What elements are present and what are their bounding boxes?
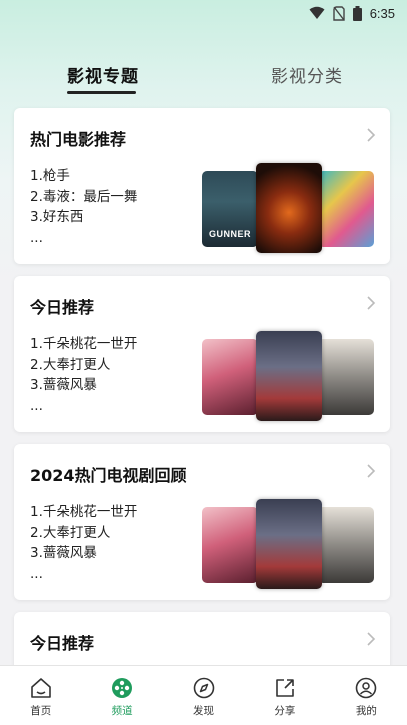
wifi-icon	[309, 6, 325, 19]
poster-image	[256, 163, 322, 253]
list-item: 3.蔷薇风暴	[30, 545, 97, 561]
list-item: 2.毒液：最后一舞	[30, 188, 138, 205]
home-icon	[30, 678, 51, 698]
card-title: 今日推荐	[30, 298, 95, 317]
topic-card-2024-tv-review[interactable]: 2024热门电视剧回顾 1.千朵桃花一世开 2.大奉打更人 3.蔷薇风暴 ...	[14, 444, 390, 600]
topic-card-hot-movies[interactable]: 热门电影推荐 1.枪手 2.毒液：最后一舞 3.好东西 ... GUNNER	[14, 108, 390, 264]
bottom-nav: 首页 频道 发现 分享 我的	[0, 665, 407, 725]
chevron-right-icon	[367, 632, 376, 646]
nav-label: 我的	[355, 705, 377, 717]
card-list: 1.千朵桃花一世开 2.大奉打更人 3.蔷薇风暴 ...	[30, 502, 200, 584]
nav-profile[interactable]: 我的	[326, 666, 407, 725]
top-tabs: 影视专题 影视分类	[0, 62, 407, 102]
nav-channel[interactable]: 频道	[81, 666, 162, 725]
nav-home[interactable]: 首页	[0, 666, 81, 725]
nav-label: 频道	[111, 705, 133, 717]
card-title: 2024热门电视剧回顾	[30, 466, 187, 485]
chevron-right-icon	[367, 464, 376, 478]
topic-card-today-picks-2[interactable]: 今日推荐	[14, 612, 390, 672]
poster-image	[256, 499, 322, 589]
poster-stack	[200, 499, 380, 589]
nav-label: 发现	[193, 705, 215, 717]
nav-discover[interactable]: 发现	[163, 666, 244, 725]
tab-topics[interactable]: 影视专题	[67, 62, 139, 87]
no-sim-icon	[332, 5, 345, 21]
card-list: 1.千朵桃花一世开 2.大奉打更人 3.蔷薇风暴 ...	[30, 334, 200, 416]
poster-image	[318, 339, 374, 415]
poster-image	[318, 507, 374, 583]
nav-label: 分享	[274, 705, 296, 717]
card-list: 1.枪手 2.毒液：最后一舞 3.好东西 ...	[30, 166, 200, 248]
poster-image	[318, 171, 374, 247]
list-item: ...	[30, 565, 43, 582]
list-item: 2.大奉打更人	[30, 524, 111, 541]
list-item: ...	[30, 397, 43, 414]
topic-card-today-picks[interactable]: 今日推荐 1.千朵桃花一世开 2.大奉打更人 3.蔷薇风暴 ...	[14, 276, 390, 432]
share-icon	[276, 679, 294, 697]
nav-share[interactable]: 分享	[244, 666, 325, 725]
tab-categories[interactable]: 影视分类	[271, 62, 343, 87]
list-item: 3.蔷薇风暴	[30, 377, 97, 393]
poster-stack: GUNNER	[200, 163, 380, 253]
tab-indicator	[67, 91, 136, 94]
card-title: 今日推荐	[30, 634, 95, 653]
list-item: 3.好东西	[30, 209, 84, 225]
battery-icon	[352, 5, 362, 21]
poster-image	[202, 507, 258, 583]
nav-label: 首页	[30, 705, 52, 717]
compass-icon	[193, 677, 214, 699]
card-title: 热门电影推荐	[30, 130, 127, 149]
chevron-right-icon	[367, 128, 376, 142]
film-reel-icon	[112, 678, 133, 698]
clock: 6:35	[369, 5, 395, 21]
list-item: 1.千朵桃花一世开	[30, 336, 138, 352]
chevron-right-icon	[367, 296, 376, 310]
poster-image: GUNNER	[202, 171, 258, 247]
list-item: 2.大奉打更人	[30, 356, 111, 373]
list-item: ...	[30, 229, 43, 246]
list-item: 1.枪手	[30, 168, 70, 184]
poster-stack	[200, 331, 380, 421]
poster-image	[202, 339, 258, 415]
poster-image	[256, 331, 322, 421]
list-item: 1.千朵桃花一世开	[30, 504, 138, 520]
status-bar: 6:35	[0, 0, 407, 26]
user-icon	[356, 677, 377, 699]
